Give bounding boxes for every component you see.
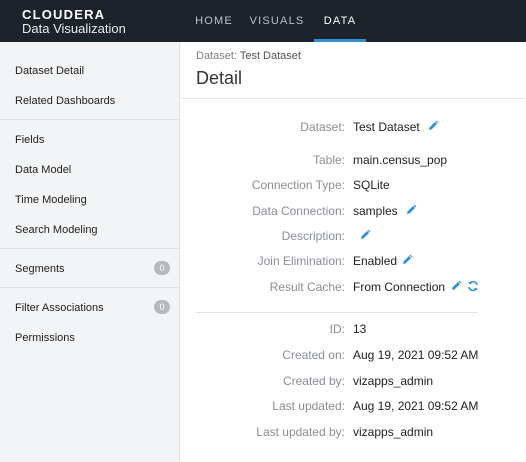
sidebar-item-label: Filter Associations (15, 302, 104, 314)
dataset-label: Dataset: (300, 120, 345, 134)
last-updated-by-value: vizapps_admin (353, 425, 434, 439)
sidebar-item-data-model[interactable]: Data Model (15, 163, 170, 177)
last-updated-value: Aug 19, 2021 09:52 AM (353, 399, 479, 413)
table-value: main.census_pop (353, 153, 448, 167)
detail-row-created-by: Created by: vizapps_admin (181, 373, 526, 389)
data-connection-value: samples (353, 204, 398, 218)
sidebar-item-label: Dataset Detail (15, 65, 85, 77)
section-divider (196, 312, 478, 313)
result-cache-label: Result Cache: (269, 280, 345, 294)
sidebar-item-dataset-detail[interactable]: Dataset Detail (15, 64, 170, 78)
refresh-icon[interactable] (467, 280, 479, 292)
sidebar-divider (0, 287, 180, 288)
segments-count-badge: 0 (154, 261, 170, 275)
detail-row-id: ID: 13 (181, 321, 526, 337)
last-updated-by-label: Last updated by: (256, 425, 345, 439)
sidebar: Dataset Detail Related Dashboards Fields… (0, 42, 180, 462)
brand-logo[interactable]: CLOUDERA Data Visualization (22, 7, 126, 36)
detail-row-result-cache: Result Cache: From Connection (181, 279, 526, 295)
detail-row-last-updated-by: Last updated by: vizapps_admin (181, 424, 526, 440)
tab-visuals[interactable]: VISUALS (248, 0, 306, 42)
sidebar-item-label: Segments (15, 263, 65, 275)
sidebar-item-time-modeling[interactable]: Time Modeling (15, 193, 170, 207)
description-label: Description: (281, 229, 345, 243)
pencil-icon[interactable] (405, 204, 417, 216)
connection-type-label: Connection Type: (251, 178, 345, 192)
detail-row-last-updated: Last updated: Aug 19, 2021 09:52 AM (181, 398, 526, 414)
sidebar-item-label: Permissions (15, 332, 75, 344)
detail-row-join-elimination: Join Elimination: Enabled (181, 253, 526, 269)
table-label: Table: (312, 153, 345, 167)
sidebar-item-filter-associations[interactable]: Filter Associations 0 (15, 300, 170, 315)
sidebar-divider (0, 248, 180, 249)
breadcrumb-dataset-name[interactable]: Test Dataset (240, 50, 301, 62)
brand-name: CLOUDERA (22, 7, 106, 22)
detail-row-connection-type: Connection Type: SQLite (181, 177, 526, 193)
brand-product: Data Visualization (22, 21, 126, 36)
sidebar-item-label: Related Dashboards (15, 95, 116, 107)
sidebar-item-label: Time Modeling (15, 194, 87, 206)
id-value: 13 (353, 322, 367, 336)
filter-associations-count-badge: 0 (154, 300, 170, 314)
breadcrumb-label: Dataset: (196, 50, 237, 62)
created-on-label: Created on: (282, 348, 345, 362)
sidebar-item-label: Search Modeling (15, 224, 98, 236)
tab-home[interactable]: HOME (186, 0, 242, 42)
sidebar-item-permissions[interactable]: Permissions (15, 331, 170, 345)
pencil-icon[interactable] (427, 120, 439, 132)
page-title: Detail (196, 68, 243, 88)
header-divider (181, 98, 526, 99)
join-elimination-label: Join Elimination: (257, 254, 345, 268)
detail-row-dataset: Dataset: Test Dataset (181, 119, 526, 135)
sidebar-divider (0, 119, 180, 120)
pencil-icon[interactable] (401, 254, 413, 266)
join-elimination-value: Enabled (353, 254, 398, 268)
created-by-value: vizapps_admin (353, 374, 434, 388)
created-on-value: Aug 19, 2021 09:52 AM (353, 348, 479, 362)
id-label: ID: (329, 322, 345, 336)
created-by-label: Created by: (282, 374, 345, 388)
sidebar-item-label: Data Model (15, 164, 72, 176)
breadcrumb: Dataset: Test Dataset (196, 50, 301, 62)
detail-row-created-on: Created on: Aug 19, 2021 09:52 AM (181, 347, 526, 363)
sidebar-item-label: Fields (15, 134, 45, 146)
data-connection-label: Data Connection: (252, 204, 345, 218)
sidebar-item-search-modeling[interactable]: Search Modeling (15, 223, 170, 237)
detail-row-description: Description: (181, 228, 526, 244)
sidebar-item-related-dashboards[interactable]: Related Dashboards (15, 94, 170, 108)
pencil-icon[interactable] (450, 280, 462, 292)
sidebar-item-fields[interactable]: Fields (15, 133, 170, 147)
detail-row-data-connection: Data Connection: samples (181, 203, 526, 219)
pencil-icon[interactable] (359, 229, 371, 241)
tab-data[interactable]: DATA (314, 0, 366, 42)
result-cache-value: From Connection (353, 280, 446, 294)
connection-type-value: SQLite (353, 178, 390, 192)
dataset-value: Test Dataset (353, 120, 420, 134)
top-navigation-bar: CLOUDERA Data Visualization HOME VISUALS… (0, 0, 526, 42)
detail-row-table: Table: main.census_pop (181, 152, 526, 168)
last-updated-label: Last updated: (272, 399, 345, 413)
sidebar-item-segments[interactable]: Segments 0 (15, 261, 170, 276)
